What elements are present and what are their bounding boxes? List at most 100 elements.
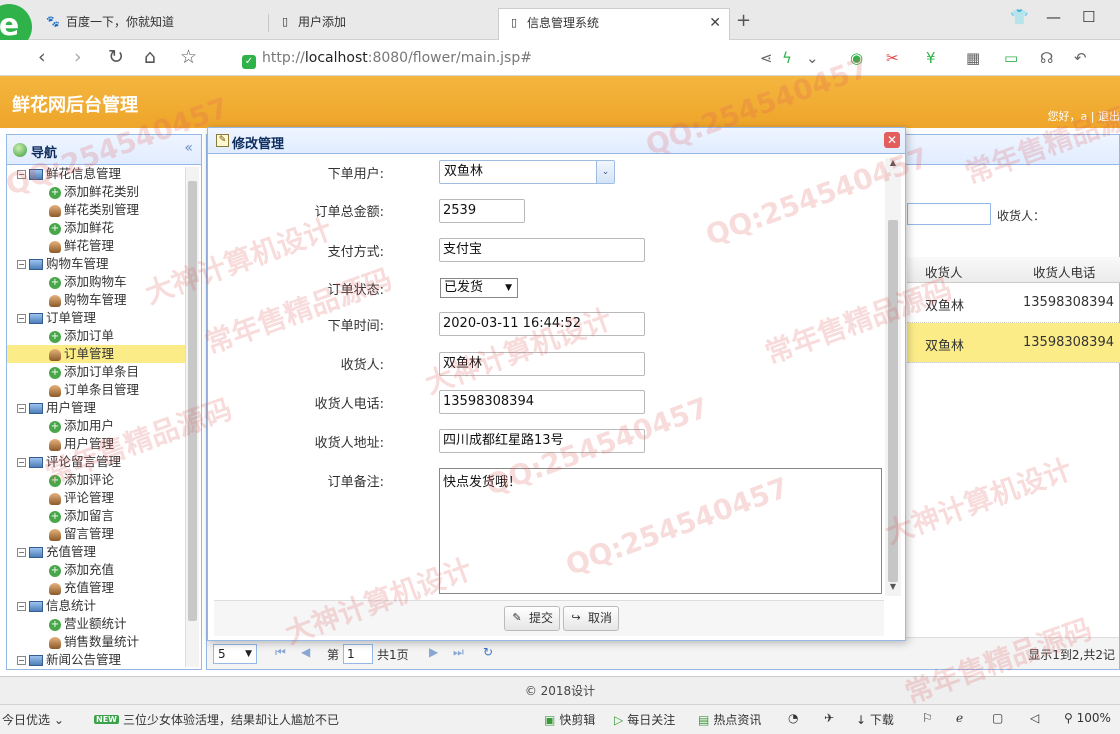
reload-icon[interactable]: ↻ <box>108 46 124 68</box>
zoom-item[interactable]: ⚲ 100% <box>1064 711 1111 725</box>
order-memo-textarea[interactable]: 快点发货哦！ <box>439 468 882 594</box>
tab-baidu[interactable]: 🐾 百度一下，你就知道 <box>38 8 184 40</box>
page-number-input[interactable]: 1 <box>343 644 373 664</box>
daily-follow-item[interactable]: ▷ 每日关注 <box>614 711 675 728</box>
hot-news-item[interactable]: ▤ 热点资讯 <box>698 711 761 728</box>
nav-group[interactable]: − 评论留言管理 <box>7 453 185 471</box>
pin-icon[interactable]: ✈ <box>824 711 834 725</box>
nav-item[interactable]: 订单管理 <box>7 345 185 363</box>
nav-item[interactable]: + 添加购物车 <box>7 273 185 291</box>
refresh-icon[interactable]: ↻ <box>483 645 493 659</box>
column-header[interactable]: 收货人电话 <box>1033 262 1096 281</box>
collapse-toggle-icon[interactable]: − <box>17 656 26 665</box>
nav-group[interactable]: − 鲜花信息管理 <box>7 165 185 183</box>
forward-icon[interactable]: › <box>74 46 82 68</box>
share-icon[interactable]: ⋖ <box>760 49 773 67</box>
next-page-icon[interactable]: ▶ <box>429 645 438 659</box>
tab-info-system[interactable]: ▯ 信息管理系统 ✕ <box>498 8 730 40</box>
nav-item[interactable]: 鲜花类别管理 <box>7 201 185 219</box>
collapse-toggle-icon[interactable]: − <box>17 314 26 323</box>
nav-item[interactable]: + 添加用户 <box>7 417 185 435</box>
nav-item[interactable]: + 添加鲜花 <box>7 219 185 237</box>
table-row[interactable]: 双鱼林 13598308394 <box>907 283 1120 323</box>
ie-icon[interactable]: ℯ <box>956 711 963 725</box>
payment-method-input[interactable]: 支付宝 <box>439 238 645 262</box>
nav-item[interactable]: + 添加留言 <box>7 507 185 525</box>
order-time-input[interactable]: 2020-03-11 16:44:52 <box>439 312 645 336</box>
today-picks[interactable]: 今日优选 ⌄ <box>2 711 64 728</box>
shirt-icon[interactable]: 👕 <box>1010 8 1029 26</box>
scroll-up-icon[interactable]: ▲ <box>885 158 901 172</box>
scroll-thumb[interactable] <box>188 181 197 621</box>
receiver-input[interactable]: 双鱼林 <box>439 352 645 376</box>
prev-page-icon[interactable]: ◀ <box>301 645 310 659</box>
collapse-toggle-icon[interactable]: − <box>17 602 26 611</box>
nav-item[interactable]: + 添加鲜花类别 <box>7 183 185 201</box>
last-page-icon[interactable]: ⏭ <box>453 645 464 660</box>
chevron-down-icon[interactable]: ⌄ <box>806 49 819 67</box>
order-user-select[interactable]: 双鱼林 ⌄ <box>439 160 615 184</box>
submit-button[interactable]: ✎ 提交 <box>504 606 561 631</box>
receiver-phone-input[interactable]: 13598308394 <box>439 390 645 414</box>
collapse-toggle-icon[interactable]: − <box>17 170 26 179</box>
nav-group[interactable]: − 信息统计 <box>7 597 185 615</box>
nav-group[interactable]: − 充值管理 <box>7 543 185 561</box>
scroll-down-icon[interactable]: ▼ <box>885 582 901 596</box>
nav-item[interactable]: 评论管理 <box>7 489 185 507</box>
nav-item[interactable]: 订单条目管理 <box>7 381 185 399</box>
quick-edit-item[interactable]: ▣ 快剪辑 <box>544 711 595 728</box>
url-field[interactable]: ✓ http://localhost:8080/flower/main.jsp# <box>236 44 836 72</box>
nav-item[interactable]: 购物车管理 <box>7 291 185 309</box>
cancel-button[interactable]: ↪ 取消 <box>563 606 620 631</box>
nav-scrollbar[interactable] <box>185 167 199 667</box>
shield-ext-icon[interactable]: ◉ <box>850 49 863 67</box>
nav-item[interactable]: + 添加评论 <box>7 471 185 489</box>
collapse-toggle-icon[interactable]: − <box>17 260 26 269</box>
scroll-thumb[interactable] <box>888 220 898 582</box>
nav-item[interactable]: 用户管理 <box>7 435 185 453</box>
scissors-icon[interactable]: ✂ <box>886 49 899 67</box>
greeting-text[interactable]: 您好，a | 退出 <box>1048 108 1120 124</box>
search-input[interactable] <box>907 203 991 225</box>
nav-group[interactable]: − 购物车管理 <box>7 255 185 273</box>
download-item[interactable]: ↓ 下载 <box>856 711 894 728</box>
nav-item[interactable]: + 添加订单条目 <box>7 363 185 381</box>
nav-item[interactable]: + 添加订单 <box>7 327 185 345</box>
nav-group[interactable]: − 订单管理 <box>7 309 185 327</box>
nav-item[interactable]: 销售数量统计 <box>7 633 185 651</box>
dialog-close-button[interactable]: ✕ <box>884 132 900 148</box>
collapse-toggle-icon[interactable]: − <box>17 404 26 413</box>
receiver-address-input[interactable]: 四川成都红星路13号 <box>439 429 645 453</box>
back-icon[interactable]: ‹ <box>38 46 46 68</box>
nav-group[interactable]: − 新闻公告管理 <box>7 651 185 669</box>
dialog-scrollbar[interactable]: ▲ ▼ <box>885 158 901 596</box>
speaker-icon[interactable]: ◁ <box>1030 711 1039 725</box>
star-icon[interactable]: ☆ <box>180 46 197 68</box>
order-total-input[interactable]: 2539 <box>439 199 525 223</box>
nav-item[interactable]: + 营业额统计 <box>7 615 185 633</box>
home-icon[interactable]: ⌂ <box>144 46 156 68</box>
apps-grid-icon[interactable]: ▦ <box>966 49 980 67</box>
speed-icon[interactable]: ◔ <box>788 711 798 725</box>
maximize-button[interactable]: ☐ <box>1082 8 1095 26</box>
new-tab-button[interactable]: + <box>736 10 751 31</box>
nav-item[interactable]: 鲜花管理 <box>7 237 185 255</box>
first-page-icon[interactable]: ⏮ <box>275 645 286 660</box>
headphones-icon[interactable]: ☊ <box>1040 49 1053 67</box>
column-header[interactable]: 收货人 <box>925 262 963 281</box>
collapse-icon[interactable]: « <box>184 140 193 156</box>
collapse-toggle-icon[interactable]: − <box>17 548 26 557</box>
nav-item[interactable]: + 添加充值 <box>7 561 185 579</box>
battery-icon[interactable]: ▭ <box>1004 49 1018 67</box>
table-row[interactable]: 双鱼林 13598308394 <box>907 323 1120 363</box>
minimize-button[interactable]: — <box>1046 8 1061 26</box>
yuan-icon[interactable]: ¥ <box>926 49 936 67</box>
nav-item[interactable]: 充值管理 <box>7 579 185 597</box>
undo-icon[interactable]: ↶ <box>1074 49 1087 67</box>
nav-item[interactable]: 留言管理 <box>7 525 185 543</box>
flag-icon[interactable]: ⚐ <box>922 711 933 725</box>
collapse-toggle-icon[interactable]: − <box>17 458 26 467</box>
nav-group[interactable]: − 用户管理 <box>7 399 185 417</box>
order-status-select[interactable]: 已发货 ▼ <box>440 278 518 298</box>
window-icon[interactable]: ▢ <box>992 711 1003 725</box>
